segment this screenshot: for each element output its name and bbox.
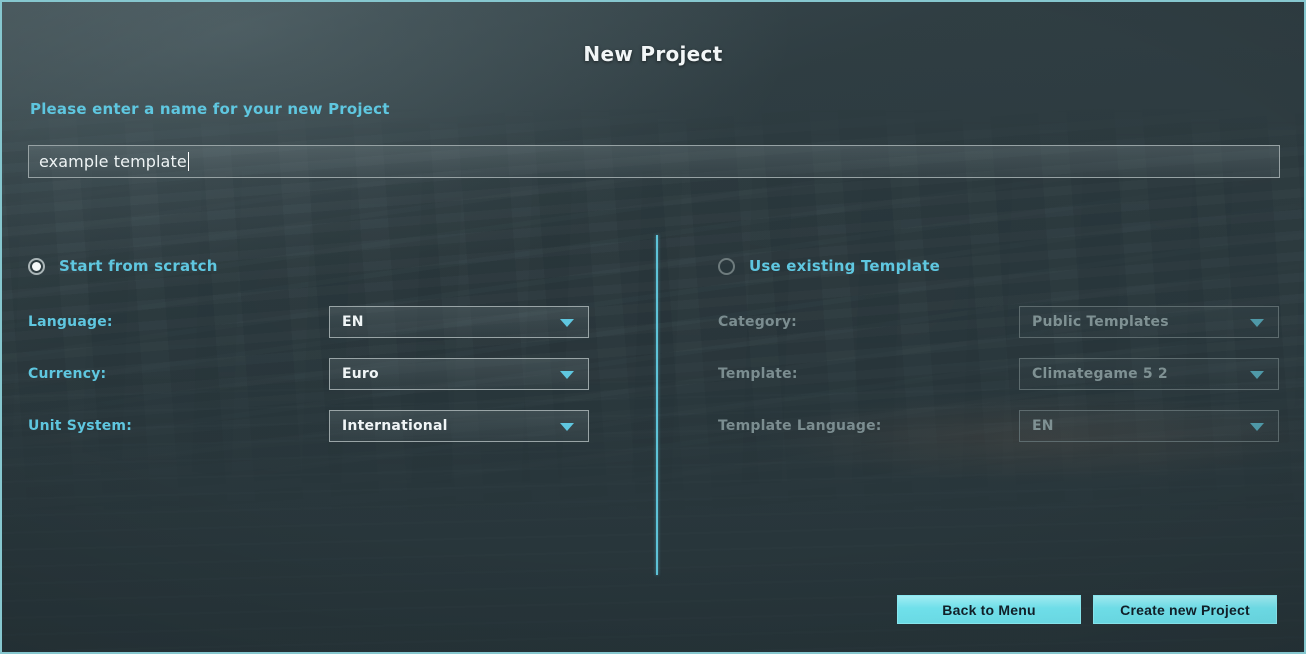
create-new-project-button[interactable]: Create new Project bbox=[1093, 595, 1277, 624]
template-select[interactable]: Climategame 5 2 bbox=[1019, 358, 1279, 390]
radio-button-icon[interactable] bbox=[718, 257, 735, 275]
project-name-input[interactable]: example template bbox=[28, 145, 1280, 178]
project-name-label: Please enter a name for your new Project bbox=[30, 100, 390, 118]
project-name-value: example template bbox=[39, 152, 187, 171]
field-language-label: Language: bbox=[28, 314, 113, 330]
field-template: Template: Climategame 5 2 bbox=[718, 358, 1280, 390]
template-select-value: Climategame 5 2 bbox=[1032, 366, 1168, 382]
template-language-select-value: EN bbox=[1032, 418, 1054, 434]
unit-system-select[interactable]: International bbox=[329, 410, 589, 442]
text-caret bbox=[187, 152, 189, 171]
field-language: Language: EN bbox=[28, 306, 628, 338]
field-template-language-label: Template Language: bbox=[718, 418, 882, 434]
field-unit-system: Unit System: International bbox=[28, 410, 628, 442]
field-template-label: Template: bbox=[718, 366, 798, 382]
chevron-down-icon bbox=[560, 319, 574, 327]
category-select-value: Public Templates bbox=[1032, 314, 1169, 330]
field-category-label: Category: bbox=[718, 314, 797, 330]
currency-select-value: Euro bbox=[342, 366, 379, 382]
radio-use-existing-template[interactable]: Use existing Template bbox=[718, 252, 1280, 280]
radio-start-from-scratch[interactable]: Start from scratch bbox=[28, 252, 628, 280]
field-currency-label: Currency: bbox=[28, 366, 107, 382]
template-language-select[interactable]: EN bbox=[1019, 410, 1279, 442]
category-select[interactable]: Public Templates bbox=[1019, 306, 1279, 338]
column-divider bbox=[656, 235, 658, 575]
use-existing-template-panel: Use existing Template Category: Public T… bbox=[718, 252, 1280, 462]
back-to-menu-button[interactable]: Back to Menu bbox=[897, 595, 1081, 624]
chevron-down-icon bbox=[1250, 423, 1264, 431]
currency-select[interactable]: Euro bbox=[329, 358, 589, 390]
unit-system-select-value: International bbox=[342, 418, 448, 434]
field-template-language: Template Language: EN bbox=[718, 410, 1280, 442]
radio-button-icon[interactable] bbox=[28, 257, 45, 275]
chevron-down-icon bbox=[1250, 371, 1264, 379]
chevron-down-icon bbox=[560, 423, 574, 431]
new-project-dialog: New Project Please enter a name for your… bbox=[0, 0, 1306, 654]
chevron-down-icon bbox=[560, 371, 574, 379]
field-unit-system-label: Unit System: bbox=[28, 418, 133, 434]
radio-use-existing-template-label: Use existing Template bbox=[749, 257, 940, 275]
field-category: Category: Public Templates bbox=[718, 306, 1280, 338]
chevron-down-icon bbox=[1250, 319, 1264, 327]
start-from-scratch-panel: Start from scratch Language: EN Currency… bbox=[28, 252, 628, 462]
page-title: New Project bbox=[583, 42, 723, 66]
language-select-value: EN bbox=[342, 314, 364, 330]
field-currency: Currency: Euro bbox=[28, 358, 628, 390]
dialog-footer: Back to Menu Create new Project bbox=[897, 595, 1277, 624]
language-select[interactable]: EN bbox=[329, 306, 589, 338]
radio-start-from-scratch-label: Start from scratch bbox=[59, 257, 218, 275]
